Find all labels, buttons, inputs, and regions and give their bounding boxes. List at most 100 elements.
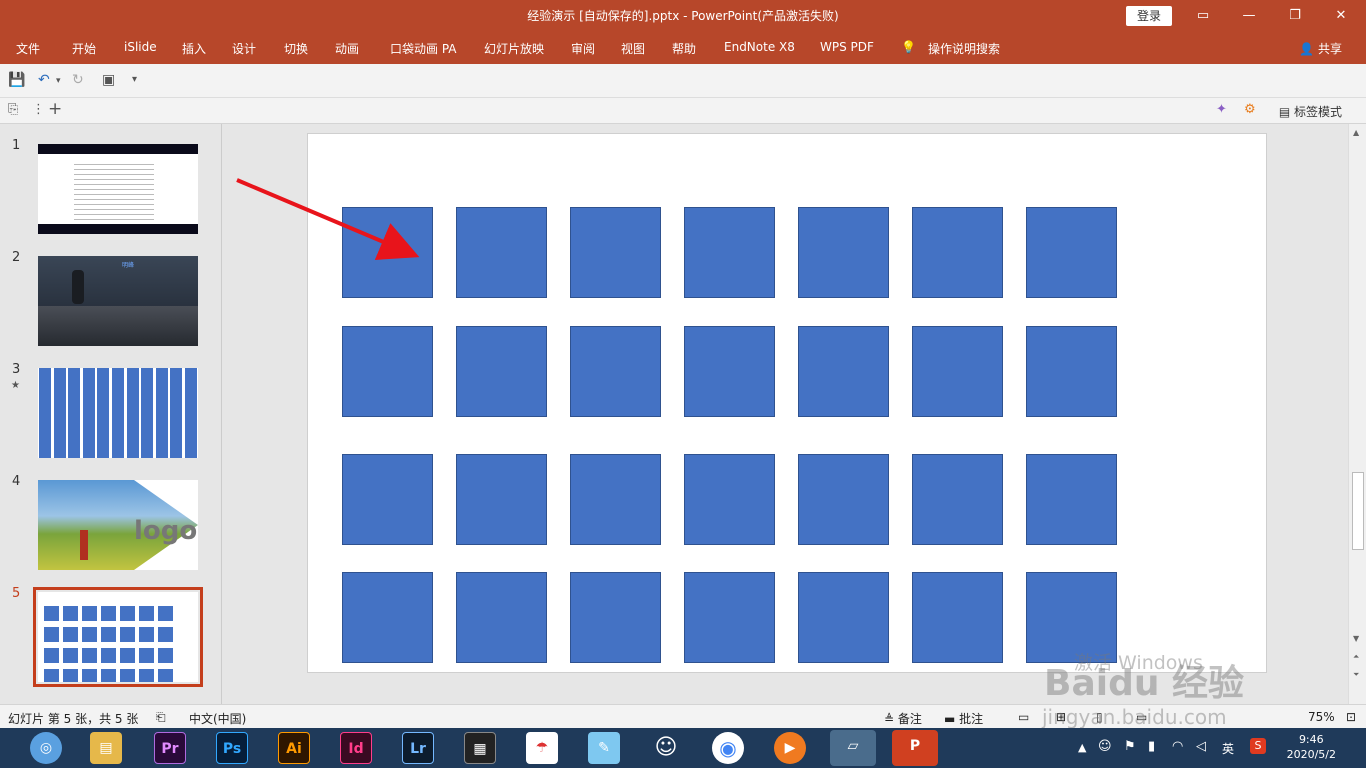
ribbon-display-options-icon[interactable]: ▭	[1180, 0, 1226, 32]
thumbnail-mini-square	[120, 627, 135, 642]
chrome-icon[interactable]: ◉	[712, 732, 744, 764]
indesign-icon[interactable]: Id	[340, 732, 372, 764]
notes-button[interactable]: ≜ 备注	[884, 710, 922, 727]
tab-slideshow[interactable]: 幻灯片放映	[484, 40, 544, 57]
tag-mode-label: 标签模式	[1293, 105, 1342, 119]
tag-mode-button[interactable]: ▤ 标签模式	[1279, 103, 1342, 120]
scroll-down-icon[interactable]: ▼	[1353, 634, 1359, 643]
save-icon[interactable]: 💾	[8, 72, 25, 88]
tab-insert[interactable]: 插入	[182, 40, 206, 57]
thumbnail-slide-3[interactable]	[38, 368, 198, 458]
thumbnail-mountain	[38, 306, 198, 346]
thumbnail-mini-square	[101, 648, 116, 663]
qq-icon[interactable]: ☺	[650, 732, 682, 764]
tab-home[interactable]: 开始	[72, 40, 96, 57]
qq-tray-icon[interactable]: ☺	[1098, 739, 1112, 754]
undo-dropdown-icon[interactable]: ▾	[56, 76, 61, 86]
accessibility-icon[interactable]: ⎗	[156, 710, 166, 725]
tab-view[interactable]: 视图	[621, 40, 645, 57]
undo-icon[interactable]: ↶	[38, 72, 50, 88]
network-warning-icon[interactable]: ⚑	[1124, 739, 1136, 754]
lightbulb-icon: 💡	[901, 40, 916, 54]
tab-endnote[interactable]: EndNote X8	[724, 40, 795, 54]
redo-icon[interactable]: ↻	[72, 72, 84, 88]
ribbon-tabs: 文件 开始 iSlide 插入 设计 切换 动画 口袋动画 PA 幻灯片放映 审…	[0, 32, 1366, 64]
thumbnail-number: 2	[12, 250, 21, 265]
tab-wps-pdf[interactable]: WPS PDF	[820, 40, 874, 54]
thumbnail-number: 5	[12, 586, 21, 601]
tab-animations[interactable]: 动画	[335, 40, 359, 57]
magic-icon[interactable]: ✦	[1216, 102, 1227, 117]
present-from-start-icon[interactable]: ▣	[102, 72, 115, 88]
slide-editing-area: 激活 Windows Baidu 经验	[222, 124, 1348, 704]
fit-to-window-icon[interactable]: ⊡	[1346, 710, 1356, 724]
language-indicator[interactable]: 中文(中国)	[189, 710, 246, 727]
tab-review[interactable]: 审阅	[571, 40, 595, 57]
powerpoint-icon[interactable]: P	[892, 730, 938, 766]
thumbnail-slide-4[interactable]: logo	[38, 480, 198, 570]
umbrella-app-icon[interactable]: ☂	[526, 732, 558, 764]
browser-icon[interactable]: ◎	[30, 732, 62, 764]
tab-transitions[interactable]: 切换	[284, 40, 308, 57]
lightroom-icon[interactable]: Lr	[402, 732, 434, 764]
copy-layout-icon[interactable]: ⎘	[8, 102, 18, 117]
zoom-level[interactable]: 75%	[1308, 710, 1335, 724]
status-bar: 幻灯片 第 5 张，共 5 张 ⎗ 中文(中国) ≜ 备注 ▬ 批注 ▭ ⊞ ▯…	[0, 704, 1366, 729]
quick-access-toolbar: 💾 ↶ ▾ ↻ ▣ ▾	[0, 64, 1366, 98]
ime-indicator[interactable]: 英	[1222, 740, 1234, 757]
thumbnail-mini-square	[82, 606, 97, 621]
normal-view-icon[interactable]: ▭	[1018, 710, 1029, 724]
thumbnail-slide-2[interactable]: 明峰	[38, 256, 198, 346]
tell-me-search[interactable]: 操作说明搜索	[928, 40, 1000, 57]
thumbnail-mini-square	[158, 669, 173, 682]
thumbnail-slide-1[interactable]	[38, 144, 198, 234]
thumbnail-mini-square	[120, 648, 135, 663]
file-explorer-icon[interactable]: ▤	[90, 732, 122, 764]
tray-expand-icon[interactable]: ▲	[1078, 741, 1086, 754]
thumbnail-mini-square	[63, 627, 78, 642]
thumbnail-heading: 明峰	[122, 262, 135, 269]
notepad-icon[interactable]: ▱	[830, 730, 876, 766]
wifi-icon[interactable]: ◠	[1172, 739, 1183, 754]
media-player-icon[interactable]: ▶	[774, 732, 806, 764]
thumbnail-bar	[82, 368, 95, 458]
share-button[interactable]: 👤 共享	[1299, 40, 1342, 57]
thumbnail-bar	[112, 368, 124, 458]
photoshop-icon[interactable]: Ps	[216, 732, 248, 764]
thumbnail-slide-5[interactable]	[33, 587, 203, 687]
more-options-icon[interactable]: ⋮	[32, 102, 45, 117]
tab-islide[interactable]: iSlide	[124, 40, 157, 54]
tab-file[interactable]: 文件	[16, 40, 40, 57]
scroll-up-icon[interactable]: ▲	[1353, 128, 1359, 137]
premiere-icon[interactable]: Pr	[154, 732, 186, 764]
slide-counter: 幻灯片 第 5 张，共 5 张	[8, 712, 139, 726]
vertical-scrollbar[interactable]: ▲ ▼ ⏶ ⏷	[1348, 124, 1366, 704]
battery-icon[interactable]: ▮	[1148, 739, 1155, 754]
scrollbar-thumb[interactable]	[1352, 472, 1364, 550]
minimize-button[interactable]: —	[1226, 0, 1272, 32]
previous-slide-icon[interactable]: ⏶	[1353, 652, 1359, 662]
thumbnail-number: 1	[12, 138, 21, 153]
video-editor-icon[interactable]: ▦	[464, 732, 496, 764]
note-app-icon[interactable]: ✎	[588, 732, 620, 764]
volume-icon[interactable]: ◁	[1196, 739, 1206, 754]
thumbnail-logo-text: logo	[134, 516, 198, 546]
close-button[interactable]: ✕	[1318, 0, 1364, 32]
notes-icon: ≜	[884, 712, 895, 726]
illustrator-icon[interactable]: Ai	[278, 732, 310, 764]
tab-pocket-animation[interactable]: 口袋动画 PA	[390, 40, 457, 57]
sogou-input-icon[interactable]: S	[1250, 738, 1266, 754]
customize-qat-icon[interactable]: ▾	[132, 74, 137, 85]
settings-gear-icon[interactable]: ⚙	[1244, 102, 1256, 117]
add-icon[interactable]: +	[48, 99, 62, 119]
comments-button[interactable]: ▬ 批注	[944, 710, 983, 727]
restore-button[interactable]: ❐	[1272, 0, 1318, 32]
system-clock[interactable]: 9:46 2020/5/2	[1287, 732, 1336, 762]
tag-mode-icon: ▤	[1278, 105, 1291, 119]
tab-help[interactable]: 帮助	[672, 40, 696, 57]
thumbnail-figure	[80, 530, 88, 560]
login-button[interactable]: 登录	[1126, 6, 1172, 26]
tab-design[interactable]: 设计	[232, 40, 256, 57]
next-slide-icon[interactable]: ⏷	[1353, 670, 1359, 680]
thumbnail-mini-square	[101, 669, 116, 682]
